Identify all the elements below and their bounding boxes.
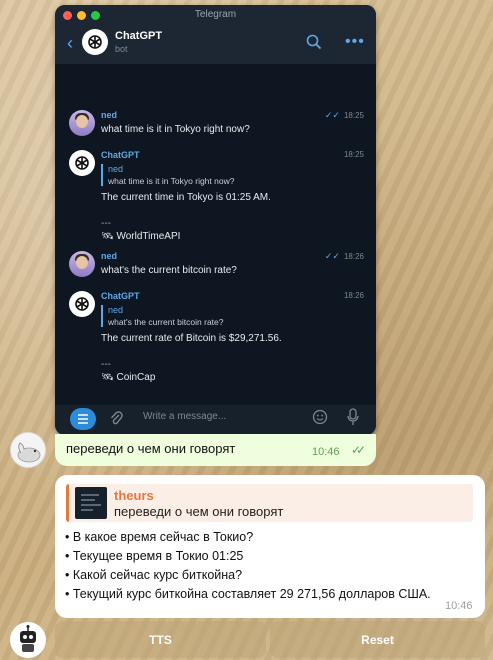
double-check-icon: ✓✓ bbox=[324, 251, 340, 261]
message-text: what's the current bitcoin rate? bbox=[101, 265, 237, 276]
answer-text: The current time in Tokyo is 01:25 AM. bbox=[101, 192, 271, 203]
search-icon bbox=[306, 34, 322, 55]
chat-name: ChatGPT bbox=[115, 30, 163, 42]
message-text: переведи о чем они говорят bbox=[66, 441, 236, 456]
sender-name: ChatGPT bbox=[101, 150, 140, 160]
message-time: ✓✓ 18:25 bbox=[324, 110, 364, 120]
mic-icon bbox=[346, 408, 360, 431]
reset-button[interactable]: Reset bbox=[270, 621, 485, 658]
window-title: Telegram bbox=[194, 9, 237, 20]
window-titlebar: Telegram bbox=[55, 5, 376, 25]
message-body: • В какое время сейчас в Токио? • Текуще… bbox=[65, 528, 431, 604]
message-time: 10:46 bbox=[312, 446, 340, 458]
message-line: • Текущий курс биткойна составляет 29 27… bbox=[65, 587, 431, 601]
back-icon: ‹ bbox=[67, 33, 73, 53]
chat-status: bot bbox=[115, 44, 128, 54]
quoted-message: ned what time is it in Tokyo right now? bbox=[101, 164, 234, 186]
message-list: ned ✓✓ 18:25 what time is it in Tokyo rig… bbox=[55, 65, 376, 405]
close-window-icon bbox=[63, 11, 72, 20]
menu-icon bbox=[70, 408, 96, 430]
incoming-message[interactable]: theurs переведи о чем они говорят • В ка… bbox=[55, 475, 485, 618]
separator: --- bbox=[101, 218, 111, 229]
minimize-window-icon bbox=[77, 11, 86, 20]
reply-text: переведи о чем они говорят bbox=[114, 504, 284, 519]
satellite-icon: 🛰 bbox=[101, 231, 117, 242]
maximize-window-icon bbox=[91, 11, 100, 20]
answer-text: The current rate of Bitcoin is $29,271.5… bbox=[101, 333, 282, 344]
user-avatar bbox=[69, 251, 95, 277]
quoted-message: ned what's the current bitcoin rate? bbox=[101, 305, 224, 327]
quote-text: what time is it in Tokyo right now? bbox=[108, 176, 235, 186]
chatgpt-logo-icon bbox=[69, 150, 95, 176]
screenshot-image: Telegram ‹ ChatGPT bot ••• ned ✓✓ 18:25 w… bbox=[55, 5, 376, 435]
outgoing-message[interactable]: переведи о чем они говорят 10:46 ✓✓ bbox=[55, 434, 376, 466]
message-time: ✓✓ 18:26 bbox=[324, 251, 364, 261]
tts-button[interactable]: TTS bbox=[55, 621, 266, 658]
chatgpt-logo-icon bbox=[82, 29, 108, 55]
sender-name: ned bbox=[101, 110, 118, 120]
message-time: 10:46 bbox=[445, 600, 473, 612]
double-check-icon: ✓✓ bbox=[324, 110, 340, 120]
quote-name: ned bbox=[108, 305, 124, 315]
message-time: 18:26 bbox=[343, 291, 364, 300]
message-text: what time is it in Tokyo right now? bbox=[101, 124, 250, 135]
source-line: 🛰 CoinCap bbox=[101, 372, 156, 383]
bot-avatar[interactable] bbox=[10, 622, 46, 658]
attach-icon bbox=[109, 410, 123, 431]
more-icon: ••• bbox=[345, 33, 365, 50]
reply-name: theurs bbox=[114, 488, 154, 503]
quote-text: what's the current bitcoin rate? bbox=[108, 317, 224, 327]
chat-header: ‹ ChatGPT bot ••• bbox=[55, 25, 376, 65]
reply-thumbnail bbox=[75, 487, 107, 519]
chatgpt-logo-icon bbox=[69, 291, 95, 317]
sender-name: ChatGPT bbox=[101, 291, 140, 301]
satellite-icon: 🛰 bbox=[101, 372, 117, 383]
message-line: • В какое время сейчас в Токио? bbox=[65, 530, 254, 544]
quote-name: ned bbox=[108, 164, 124, 174]
message-input: Write a message... bbox=[143, 411, 227, 422]
message-line: • Какой сейчас курс биткойна? bbox=[65, 568, 243, 582]
user-avatar bbox=[69, 110, 95, 136]
source-line: 🛰 WorldTimeAPI bbox=[101, 231, 181, 242]
message-line: • Текущее время в Токио 01:25 bbox=[65, 549, 244, 563]
reply-preview[interactable]: theurs переведи о чем они говорят bbox=[66, 484, 473, 522]
double-check-icon: ✓✓ bbox=[351, 443, 366, 457]
message-time: 18:25 bbox=[343, 150, 364, 159]
emoji-icon bbox=[312, 409, 328, 430]
separator: --- bbox=[101, 359, 111, 370]
user-avatar[interactable] bbox=[10, 432, 46, 468]
sender-name: ned bbox=[101, 251, 118, 261]
